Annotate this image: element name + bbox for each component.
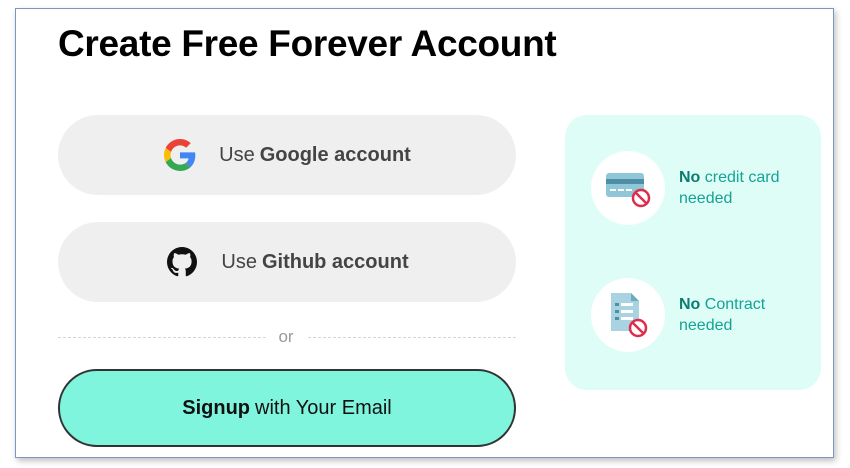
benefits-panel: No credit card needed No Contract needed <box>565 115 821 390</box>
contract-icon <box>611 293 648 338</box>
divider-text: or <box>266 327 306 347</box>
benefit-icon-circle <box>591 151 665 225</box>
benefit-icon-circle <box>591 278 665 352</box>
google-button-label: Google account <box>259 143 411 166</box>
benefit-line2: needed <box>679 317 733 334</box>
github-button-prefix: Use <box>221 250 257 273</box>
email-signup-button[interactable]: Signup with Your Email <box>58 369 516 447</box>
page-title: Create Free Forever Account <box>58 23 557 64</box>
github-signup-button[interactable]: Use Github account <box>58 222 516 302</box>
google-signup-button[interactable]: Use Google account <box>58 115 516 195</box>
credit-card-icon <box>606 173 651 208</box>
github-icon <box>165 245 199 279</box>
benefit-text: No Contract needed <box>679 294 809 336</box>
email-button-bold: Signup <box>182 396 250 419</box>
benefit-item-credit-card: No credit card needed <box>591 151 809 225</box>
benefit-line2: needed <box>679 190 733 207</box>
benefit-line1: Contract <box>704 296 766 313</box>
benefit-line1: credit card <box>704 169 780 186</box>
google-button-prefix: Use <box>219 143 255 166</box>
benefit-item-contract: No Contract needed <box>591 278 809 352</box>
signup-card: Create Free Forever Account Use Google a… <box>15 8 834 458</box>
google-icon <box>163 138 197 172</box>
benefit-bold: No <box>679 296 701 313</box>
benefit-bold: No <box>679 169 701 186</box>
benefit-text: No credit card needed <box>679 167 809 209</box>
github-button-label: Github account <box>261 250 409 273</box>
email-button-label: with Your Email <box>255 396 392 419</box>
